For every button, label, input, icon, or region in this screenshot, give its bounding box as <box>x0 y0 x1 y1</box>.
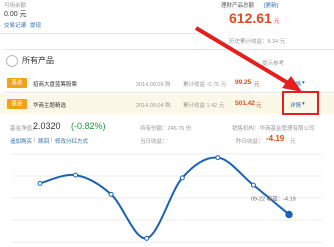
balance-value: 0.00 元 <box>4 11 27 18</box>
gear-icon <box>6 55 18 67</box>
data-point <box>285 210 293 219</box>
fund-badge: 基金 <box>7 99 27 109</box>
data-point <box>37 180 43 186</box>
company-label: 销售机构：华商基金管理有限公司 <box>232 126 315 132</box>
yesterday-income-unit: 元 <box>290 139 296 145</box>
data-point <box>179 175 185 181</box>
total-label: 理财产品总额 <box>221 3 255 9</box>
nav-change: (-0.82%) <box>71 121 106 131</box>
nav-value: 2.0320 <box>33 121 61 131</box>
today-income-value: - <box>166 137 168 143</box>
product-name[interactable]: 招商大盘蓝筹股票 <box>33 80 77 88</box>
point-annotation: 09-22 收益：-4.19 <box>251 195 296 203</box>
data-point <box>108 191 114 197</box>
data-point <box>215 155 221 161</box>
product-date: 2014.09.09 购 <box>136 82 171 88</box>
arrow-icon <box>194 26 302 92</box>
data-point <box>250 182 256 188</box>
update-link[interactable]: [更新] <box>264 1 278 9</box>
yesterday-income-label: 昨日收益： <box>236 139 264 145</box>
chart-svg: 09-22 收益：-4.19 <box>12 153 322 243</box>
fund-badge: 基金 <box>7 78 27 88</box>
section-title: 所有产品 <box>22 56 54 65</box>
income-chart: 09-22 收益：-4.19 <box>0 146 334 247</box>
add-purchase-link[interactable]: 追加购买 <box>10 137 32 145</box>
modify-dividend-link[interactable]: 修改分红方式 <box>55 137 88 145</box>
product-date: 2014.09.04 购 <box>136 103 171 109</box>
balance-label: 可用余额 <box>4 3 27 9</box>
withdraw-link[interactable]: 提现 <box>30 21 41 29</box>
yesterday-income-value: -4.19 <box>266 134 285 143</box>
product-accum: 累计收益 1.42 元 <box>183 103 225 109</box>
data-point <box>144 235 150 241</box>
today-income-label: 当日收益： <box>140 139 168 145</box>
product-amount: 501.42 <box>235 100 255 107</box>
redeem-link[interactable]: 赎回 <box>38 137 49 145</box>
product-unit: 元 <box>256 103 262 109</box>
transaction-record-link[interactable]: 交易记录 <box>4 21 26 29</box>
product-name[interactable]: 华商主题精选 <box>33 101 66 109</box>
holding-label: 持有份额：246.76 份 <box>140 126 192 132</box>
data-point <box>73 172 79 178</box>
